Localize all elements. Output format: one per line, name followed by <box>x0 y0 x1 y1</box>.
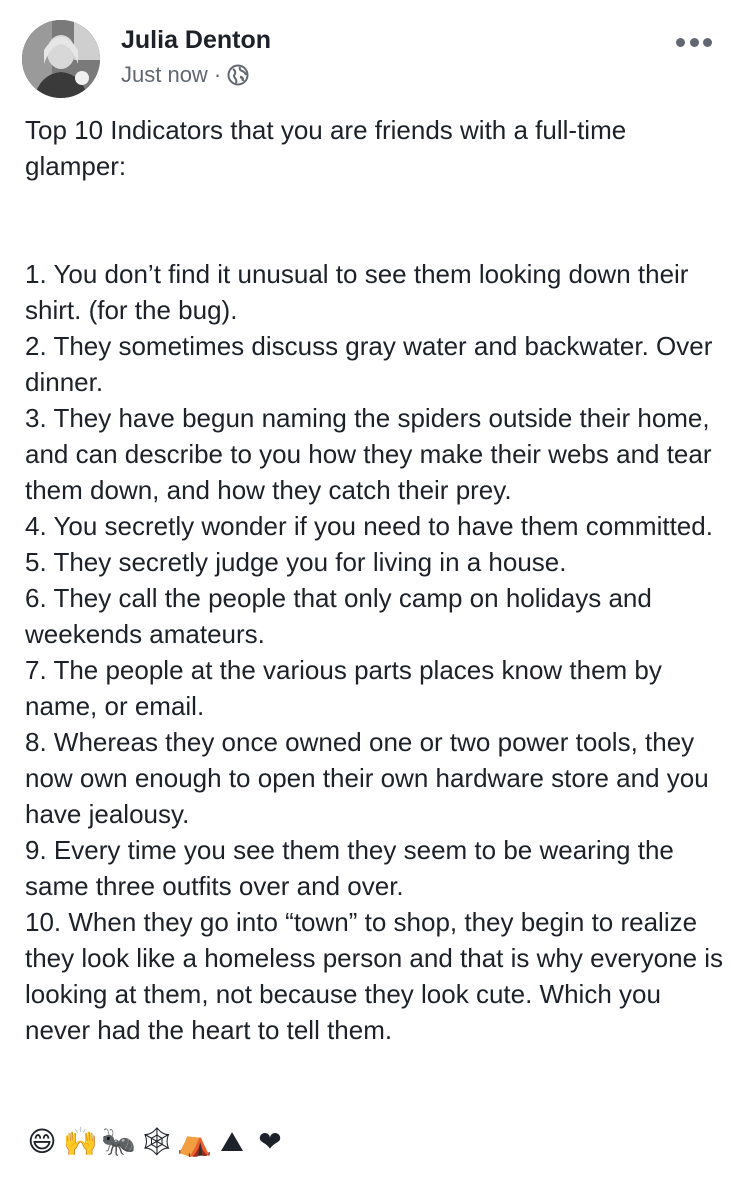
list-item: 5. They secretly judge you for living in… <box>25 547 567 577</box>
ant-icon: 🐜 <box>101 1125 136 1158</box>
grinning-face-icon: 😄 <box>27 1125 57 1158</box>
author-name[interactable]: Julia Denton <box>121 26 271 55</box>
list-item: 1. You don’t find it unusual to see them… <box>25 259 689 325</box>
emoji-row: 😄 🙌 🐜 🕸 ⛺ ⛰ ❤ <box>25 1122 287 1162</box>
timestamp[interactable]: Just now <box>121 62 208 88</box>
globe-icon <box>227 64 249 86</box>
meta-separator: · <box>213 62 222 87</box>
list-item: 10. When they go into “town” to shop, th… <box>25 907 724 1045</box>
spider-web-icon: 🕸 <box>139 1125 175 1158</box>
avatar[interactable] <box>22 20 100 98</box>
facebook-post: Julia Denton Just now · Top 10 Indicator… <box>0 0 731 1183</box>
post-body: Top 10 Indicators that you are friends w… <box>25 112 725 1048</box>
tent-icon: ⛺ <box>177 1125 212 1158</box>
list-item: 6. They call the people that only camp o… <box>25 583 652 649</box>
list-item: 8. Whereas they once owned one or two po… <box>25 727 709 829</box>
list-item: 9. Every time you see them they seem to … <box>25 835 674 901</box>
list-item: 4. You secretly wonder if you need to ha… <box>25 511 713 541</box>
list-item: 3. They have begun naming the spiders ou… <box>25 403 712 505</box>
post-intro-line1: Top 10 Indicators that you are friends w… <box>25 115 627 145</box>
post-header: Julia Denton Just now · <box>22 20 712 100</box>
list-item: 7. The people at the various parts place… <box>25 655 662 721</box>
post-intro-line2: glamper: <box>25 151 127 181</box>
raised-hands-icon: 🙌 <box>63 1125 98 1158</box>
red-heart-icon: ❤ <box>258 1125 282 1158</box>
more-options-icon[interactable] <box>676 32 712 52</box>
post-meta: Just now · <box>121 62 249 88</box>
post-intro: Top 10 Indicators that you are friends w… <box>25 112 725 184</box>
list-item: 2. They sometimes discuss gray water and… <box>25 331 713 397</box>
mountain-icon: ⛰ <box>220 1125 244 1158</box>
